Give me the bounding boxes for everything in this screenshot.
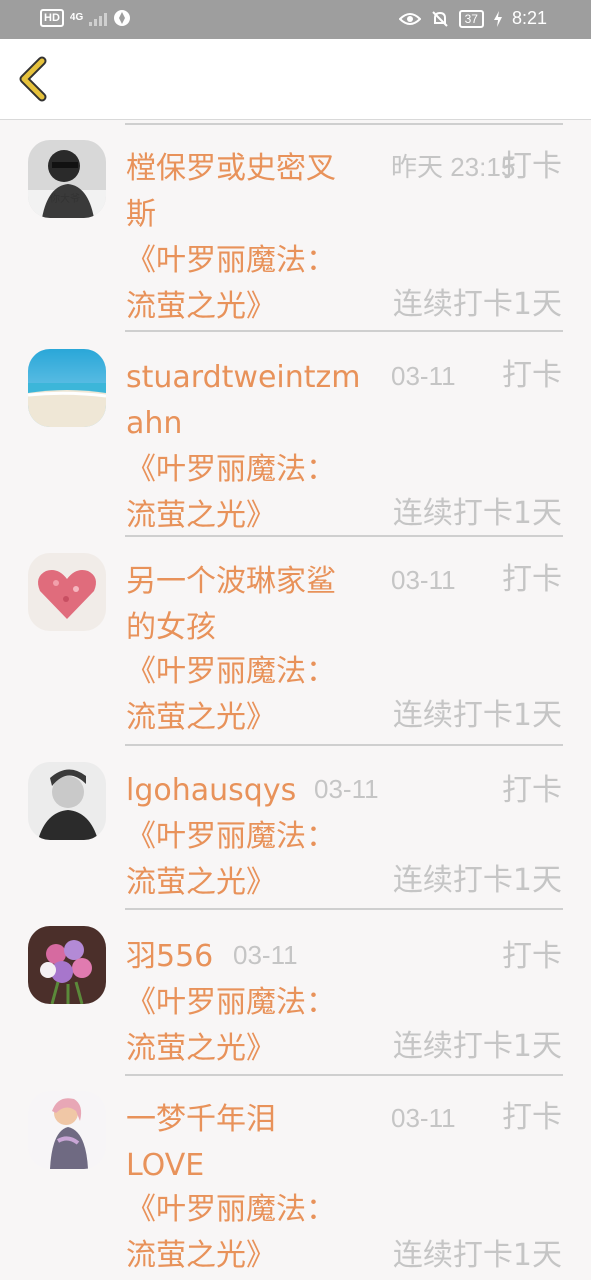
signal-icon [89, 10, 108, 26]
avatar[interactable] [28, 1091, 106, 1169]
status-left: HD 4G [40, 9, 131, 27]
eye-icon [398, 12, 421, 25]
checkin-date: 03-11 [391, 361, 456, 391]
book-title[interactable]: 《叶罗丽魔法： 流萤之光》 [126, 1187, 336, 1279]
avatar[interactable] [28, 349, 106, 427]
book-title[interactable]: 《叶罗丽魔法： 流萤之光》 [126, 649, 336, 741]
streak-label: 连续打卡1天 [392, 698, 562, 733]
svg-text:你大爷: 你大爷 [50, 192, 80, 205]
hd-icon: HD [40, 9, 64, 27]
avatar[interactable] [28, 553, 106, 631]
user-name: lgohausqys [126, 773, 297, 808]
mute-icon [431, 10, 448, 27]
checkin-date: 03-11 [233, 940, 298, 970]
list-divider [125, 123, 563, 125]
list-divider [125, 330, 563, 332]
status-bar: HD 4G 37 8:21 [0, 0, 591, 39]
streak-label: 连续打卡1天 [392, 1238, 562, 1273]
streak-label: 连续打卡1天 [392, 496, 562, 531]
list-divider [125, 908, 563, 910]
checkin-date: 03-11 [391, 565, 456, 595]
user-name: stuardtweintzm ahn [126, 360, 361, 441]
checkin-label: 打卡 [502, 1100, 562, 1135]
avatar[interactable] [28, 926, 106, 1004]
list-divider [125, 1074, 563, 1076]
network-type: 4G [69, 12, 84, 23]
user-name: 一梦千年泪 LOVE [126, 1102, 276, 1183]
user-name: 羽556 [126, 939, 214, 974]
checkin-label: 打卡 [502, 562, 562, 597]
checkin-label: 打卡 [502, 773, 562, 808]
back-button[interactable] [14, 55, 54, 103]
clock: 8:21 [511, 8, 547, 28]
book-title[interactable]: 《叶罗丽魔法： 流萤之光》 [126, 238, 336, 330]
checkin-label: 打卡 [502, 149, 562, 184]
avatar[interactable]: 你大爷 [28, 140, 106, 218]
streak-label: 连续打卡1天 [392, 287, 562, 322]
list-divider [125, 535, 563, 537]
book-title[interactable]: 《叶罗丽魔法： 流萤之光》 [126, 980, 336, 1072]
checkin-label: 打卡 [502, 939, 562, 974]
checkin-date: 03-11 [391, 1103, 456, 1133]
vpn-icon [114, 10, 131, 26]
streak-label: 连续打卡1天 [392, 1029, 562, 1064]
user-name: 樘保罗或史密叉 斯 [126, 151, 336, 232]
checkin-date: 03-11 [314, 774, 379, 804]
checkin-label: 打卡 [502, 358, 562, 393]
header-bar [0, 39, 591, 120]
user-name: 另一个波琳家鲨 的女孩 [126, 564, 336, 645]
streak-label: 连续打卡1天 [392, 863, 562, 898]
avatar[interactable] [28, 762, 106, 840]
charging-icon [493, 10, 502, 27]
book-title[interactable]: 《叶罗丽魔法： 流萤之光》 [126, 814, 336, 906]
checkin-date: 昨天 23:15 [391, 152, 516, 182]
battery-icon: 37 [458, 9, 484, 28]
status-right: 37 8:21 [398, 8, 547, 29]
list-divider [125, 744, 563, 746]
book-title[interactable]: 《叶罗丽魔法： 流萤之光》 [126, 447, 336, 539]
chevron-left-icon [19, 56, 47, 102]
